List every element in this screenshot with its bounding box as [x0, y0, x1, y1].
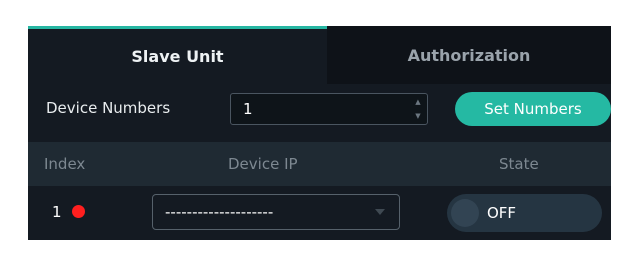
column-header-state: State — [499, 155, 539, 173]
state-label: OFF — [487, 204, 517, 222]
table-header: Index Device IP State — [28, 142, 611, 186]
set-numbers-button[interactable]: Set Numbers — [455, 92, 611, 126]
chevron-down-icon — [375, 209, 385, 215]
number-spinner[interactable]: ▲ ▼ — [413, 98, 423, 120]
status-dot-icon — [72, 205, 85, 218]
tab-authorization[interactable]: Authorization — [327, 26, 611, 84]
device-numbers-value: 1 — [243, 100, 253, 118]
table-row: 1 -------------------- OFF — [28, 186, 611, 240]
slave-unit-panel: Slave Unit Authorization Device Numbers … — [28, 26, 611, 240]
device-numbers-input[interactable]: 1 ▲ ▼ — [230, 93, 428, 125]
column-header-index: Index — [44, 155, 86, 173]
tab-label: Authorization — [407, 45, 531, 65]
row-index: 1 — [52, 203, 62, 221]
toggle-knob — [451, 199, 479, 227]
tab-label: Slave Unit — [131, 47, 224, 66]
device-ip-select[interactable]: -------------------- — [152, 194, 400, 230]
device-ip-value: -------------------- — [165, 203, 274, 221]
column-header-device-ip: Device IP — [228, 155, 298, 173]
spin-up-icon[interactable]: ▲ — [415, 98, 420, 106]
state-toggle[interactable]: OFF — [447, 194, 602, 232]
spin-down-icon[interactable]: ▼ — [415, 112, 420, 120]
device-numbers-label: Device Numbers — [46, 99, 171, 117]
tab-slave-unit[interactable]: Slave Unit — [28, 26, 327, 84]
